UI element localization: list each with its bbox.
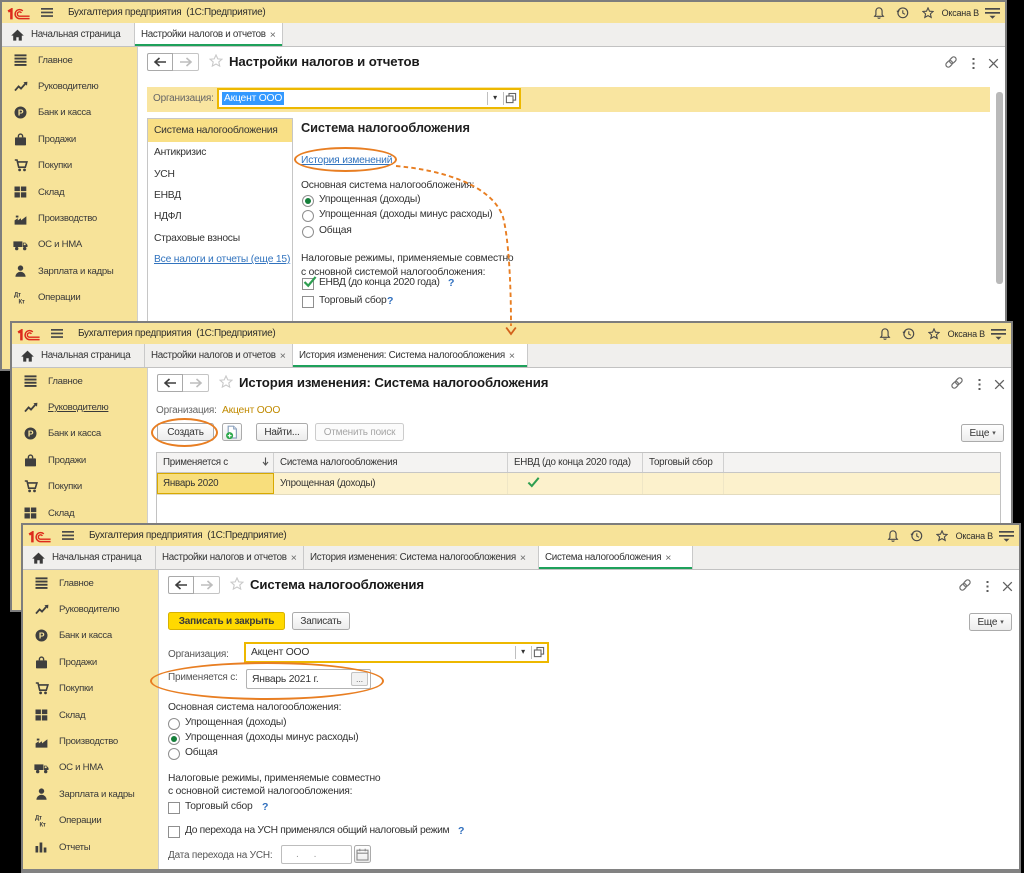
svg-text:P: P [28, 429, 34, 439]
svg-text:P: P [18, 108, 24, 118]
svg-text:Дт: Дт [35, 816, 42, 822]
svg-text:Кт: Кт [18, 300, 24, 304]
svg-text:Дт: Дт [14, 293, 21, 299]
svg-text:Кт: Кт [39, 823, 45, 827]
svg-text:P: P [39, 631, 45, 641]
